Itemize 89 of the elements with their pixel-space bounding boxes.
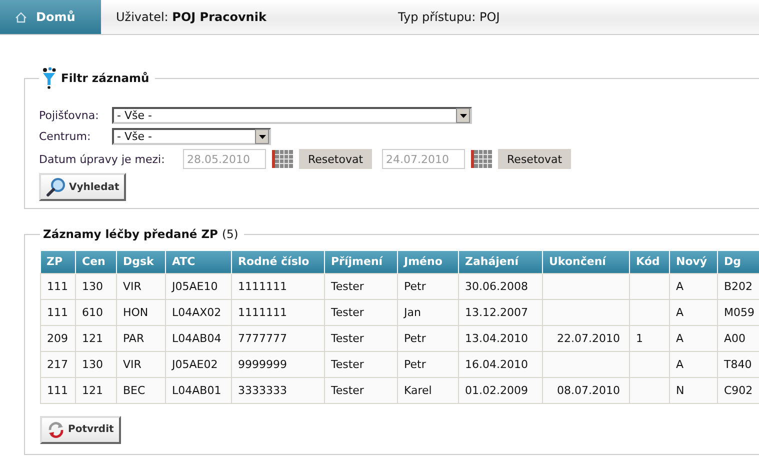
table-cell: 9999999 [238, 358, 287, 370]
table-cell: L04AX02 [172, 306, 222, 318]
dropdown-arrow-icon [258, 134, 266, 138]
table-cell: 16.04.2010 [465, 358, 528, 370]
table-cell: C902 [724, 384, 753, 396]
table-cell: 01.02.2009 [465, 384, 528, 396]
table-cell: 610 [82, 306, 103, 318]
calendar-icon[interactable] [272, 150, 293, 168]
table-cell: 1111111 [238, 306, 287, 318]
table-cell: A [676, 306, 684, 318]
table-cell: 08.07.2010 [557, 384, 620, 396]
table-cell: VIR [123, 358, 142, 370]
confirm-button[interactable]: Potvrdit [40, 416, 121, 444]
field-label: Centrum: [39, 130, 92, 143]
column-header[interactable]: Kód [630, 251, 670, 273]
table-cell: Petr [404, 332, 426, 344]
table-cell: 130 [82, 280, 103, 292]
table-cell: 7777777 [238, 332, 287, 344]
table-cell: L04AB04 [172, 332, 222, 344]
access-type: Typ přístupu: POJ [398, 10, 500, 24]
table-cell: Tester [331, 384, 364, 396]
column-header[interactable]: Rodné číslo [232, 251, 324, 273]
table-cell: VIR [123, 280, 142, 292]
table-cell: M059 [724, 306, 754, 318]
dropdown[interactable]: - Vše - [112, 128, 271, 145]
table-cell: HON [123, 306, 148, 318]
search-button[interactable]: Vyhledat [39, 173, 126, 201]
column-header[interactable]: Ukončení [542, 251, 630, 273]
table-cell: Tester [331, 306, 364, 318]
column-header[interactable]: Jméno [398, 251, 458, 273]
table-cell: 130 [82, 358, 103, 370]
table-cell: Petr [404, 358, 426, 370]
calendar-icon[interactable] [471, 150, 492, 168]
table-cell: A00 [724, 332, 746, 344]
table-cell: B202 [724, 280, 753, 292]
dropdown[interactable]: - Vše - [112, 107, 472, 124]
date-label: Datum úpravy je mezi: [39, 152, 166, 166]
table-cell: PAR [123, 332, 144, 344]
dropdown-arrow-icon [460, 114, 466, 118]
table-cell: A [676, 358, 684, 370]
table-cell: 3333333 [238, 384, 287, 396]
table-cell: 1 [636, 332, 643, 344]
date-field[interactable]: 28.05.2010 [183, 149, 266, 169]
home-icon [15, 12, 27, 22]
table-cell: 209 [47, 332, 68, 344]
table-cell: 13.04.2010 [465, 332, 528, 344]
table-cell: A [676, 280, 684, 292]
table-cell: 111 [47, 306, 68, 318]
user-info: Uživatel: POJ Pracovnik [116, 10, 268, 24]
home-tab[interactable]: Domů [0, 0, 101, 34]
table-cell: 111 [47, 384, 68, 396]
table-cell: 1111111 [238, 280, 287, 292]
table-cell: 13.12.2007 [465, 306, 528, 318]
column-header[interactable]: Dg [718, 251, 759, 273]
records-title: Záznamy léčby předané ZP (5) [43, 227, 238, 241]
column-header[interactable]: ATC [166, 251, 232, 273]
table-cell: J05AE10 [172, 280, 218, 292]
table-cell: Tester [331, 358, 364, 370]
search-icon [46, 177, 66, 197]
table-cell: 30.06.2008 [465, 280, 528, 292]
table-cell: 217 [47, 358, 68, 370]
reset-button[interactable]: Resetovat [498, 149, 572, 169]
table-cell: 22.07.2010 [557, 332, 620, 344]
funnel-icon [42, 67, 56, 89]
table-cell: L04AB01 [172, 384, 222, 396]
column-header[interactable]: Dgsk [116, 251, 166, 273]
filter-title: Filtr záznamů [61, 71, 150, 85]
table-cell: N [676, 384, 684, 396]
table-cell: A [676, 332, 684, 344]
reset-button[interactable]: Resetovat [299, 149, 372, 169]
table-cell: 121 [82, 332, 103, 344]
table-cell: J05AE02 [172, 358, 218, 370]
table-cell: Petr [404, 280, 426, 292]
refresh-icon [47, 420, 65, 438]
table-cell: Tester [331, 280, 364, 292]
table-cell: BEC [123, 384, 146, 396]
table-cell: 111 [47, 280, 68, 292]
column-header[interactable]: Zahájení [458, 251, 542, 273]
column-header[interactable]: Příjmení [324, 251, 398, 273]
date-field[interactable]: 24.07.2010 [382, 149, 466, 169]
table-cell: Jan [404, 306, 421, 318]
table-cell: Tester [331, 332, 364, 344]
table-cell: T840 [724, 358, 752, 370]
field-label: Pojišťovna: [39, 109, 100, 122]
table-cell: 121 [82, 384, 103, 396]
column-header[interactable]: ZP [40, 251, 76, 273]
column-header[interactable]: Nový [670, 251, 718, 273]
table-cell: Karel [404, 384, 432, 396]
column-header[interactable]: Cen [76, 251, 116, 273]
